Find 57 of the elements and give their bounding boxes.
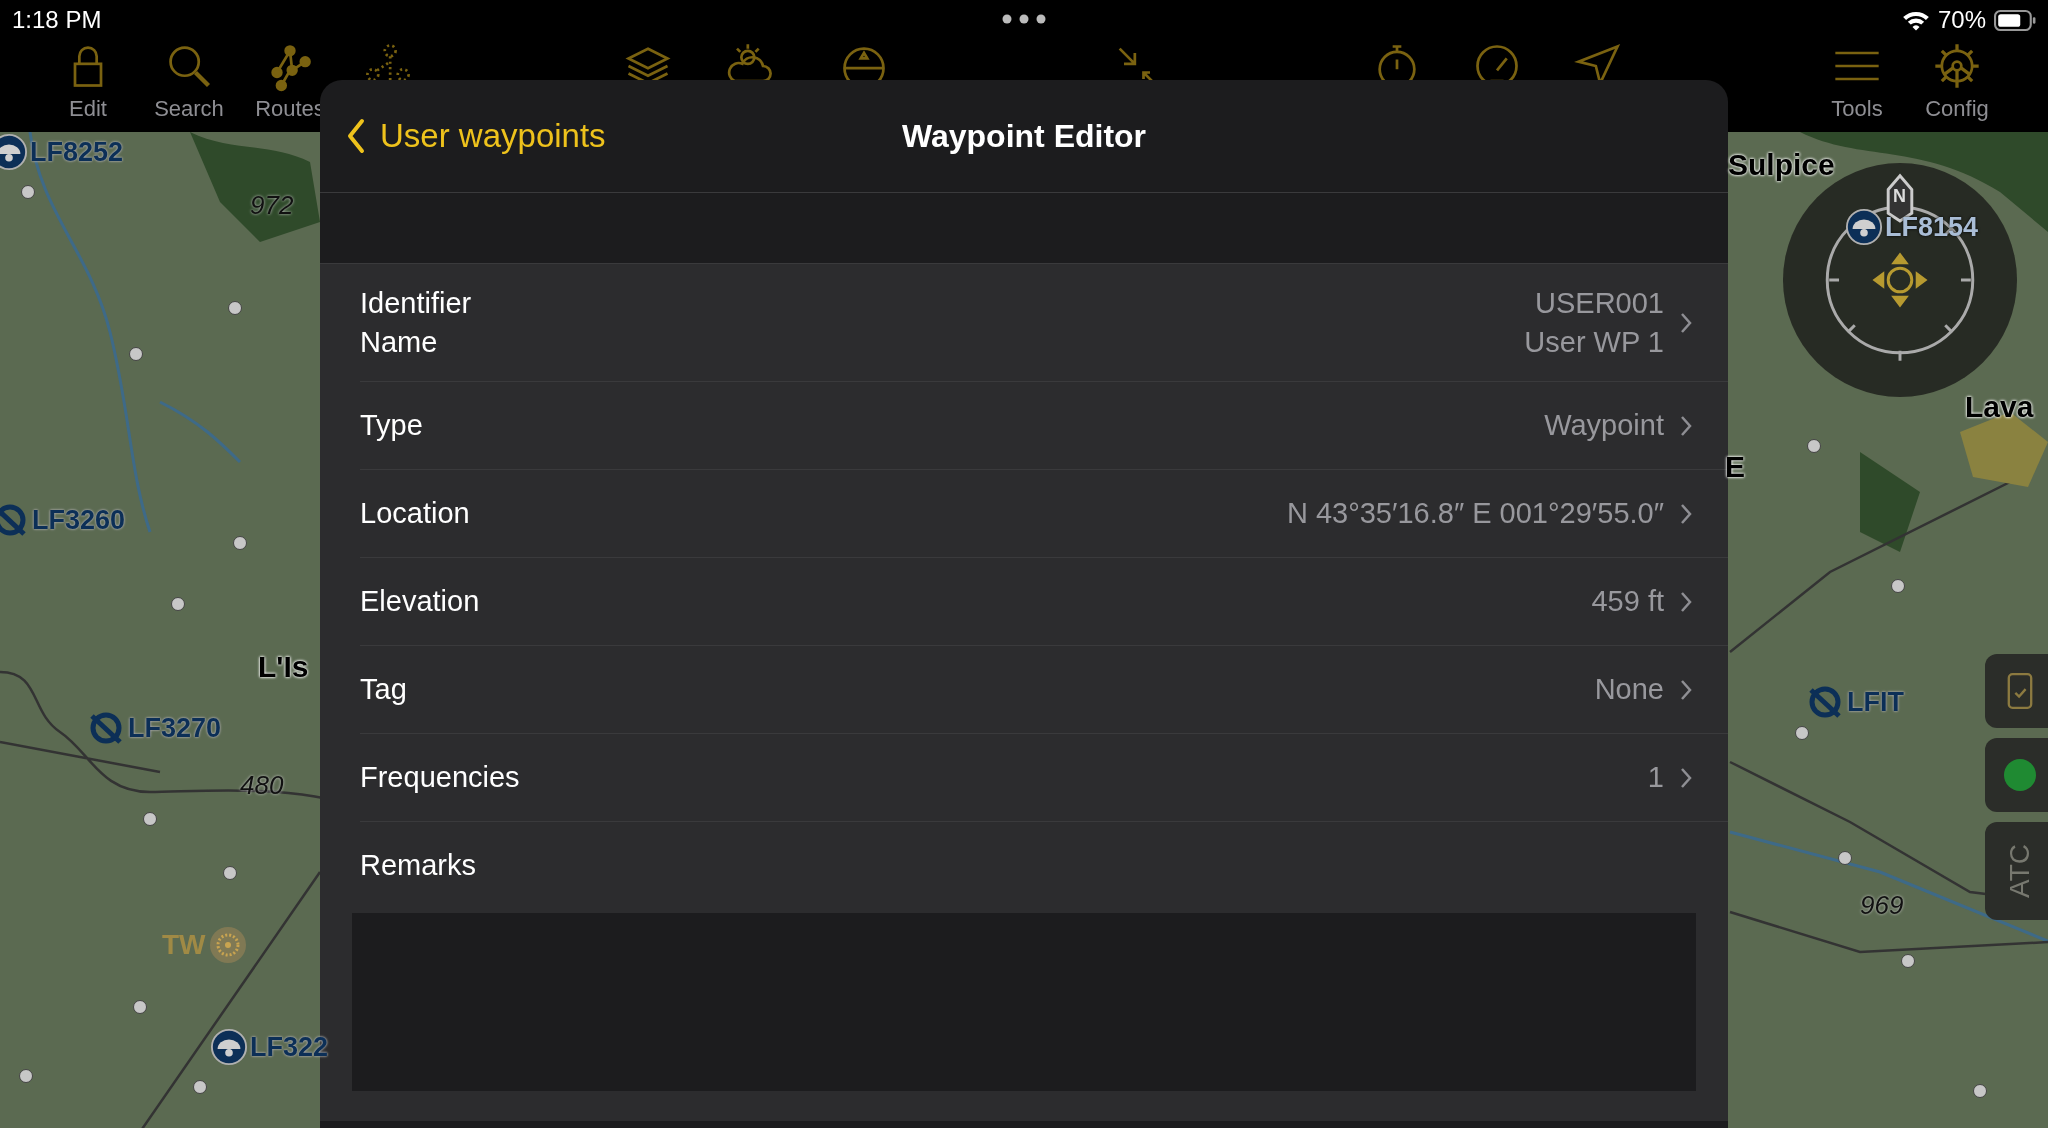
editor-row[interactable]: Location N 43°35′16.8″ E 001°29′55.0″ [360, 470, 1728, 558]
field-value: N 43°35′16.8″ E 001°29′55.0″ [1286, 497, 1664, 530]
town-label: Lava [1965, 390, 2034, 424]
toolbar-button[interactable]: Edit [48, 40, 128, 122]
editor-row[interactable]: Elevation 459 ft [360, 558, 1728, 646]
chevron-right-icon [1680, 414, 1692, 437]
field-label: Type [360, 409, 423, 442]
editor-row[interactable]: Frequencies 1 [360, 734, 1728, 822]
status-button[interactable] [1985, 738, 2048, 812]
airfield-icon[interactable] [0, 133, 28, 171]
field-value: None [1594, 673, 1664, 706]
north-label: N [1893, 186, 1906, 207]
elevation-label: 969 [1860, 890, 1904, 921]
field-value: 459 ft [1591, 585, 1664, 618]
field-label: Location [360, 497, 470, 530]
battery-icon [1994, 9, 2036, 31]
toolbar-button[interactable]: Search [149, 40, 229, 122]
status-time: 1:18 PM [12, 6, 102, 34]
editor-row[interactable]: Tag None [360, 646, 1728, 734]
phone-check-icon [2006, 671, 2034, 711]
chevron-right-icon [1680, 766, 1692, 789]
airport-label: LF3260 [32, 504, 126, 536]
chevron-right-icon [1680, 311, 1692, 334]
elevation-label: 480 [240, 770, 284, 801]
airfield-icon[interactable] [210, 1028, 248, 1066]
town-label: Sulpice [1728, 148, 1835, 182]
remarks-label: Remarks [360, 849, 476, 882]
field-label: Tag [360, 673, 407, 706]
field-label: Identifier [360, 286, 472, 320]
checklist-button[interactable] [1985, 654, 2048, 728]
back-button[interactable]: User waypoints [320, 117, 606, 155]
airport-label: LF3270 [128, 712, 222, 744]
chevron-right-icon [1680, 590, 1692, 613]
editor-row[interactable]: Type Waypoint [360, 382, 1728, 470]
airport-label: LFIT [1847, 686, 1904, 718]
reporting-point-icon [207, 925, 248, 965]
town-label: L'Is [258, 650, 309, 684]
wifi-icon [1901, 9, 1930, 31]
field-value: User WP 1 [1524, 325, 1664, 359]
field-value: 1 [1647, 761, 1664, 794]
battery-percent: 70% [1937, 6, 1986, 34]
field-label: Frequencies [360, 761, 520, 794]
chevron-left-icon [346, 118, 366, 154]
field-label: Elevation [360, 585, 480, 618]
editor-row[interactable]: Identifier Name USER001 User WP 1 [360, 264, 1728, 382]
chevron-right-icon [1680, 502, 1692, 525]
field-value: USER001 [1535, 286, 1664, 320]
more-icon[interactable] [1002, 14, 1046, 24]
reporting-point-label: TW [162, 929, 206, 961]
field-label: Name [360, 325, 439, 359]
toolbar-button[interactable]: Config [1917, 40, 1997, 122]
editor-title: Waypoint Editor [901, 117, 1147, 155]
airport-label: LF8252 [30, 136, 124, 168]
elevation-label: 972 [250, 190, 294, 221]
field-value: Waypoint [1544, 409, 1664, 442]
toolbar-button[interactable]: Tools [1817, 40, 1897, 122]
chevron-right-icon [1680, 678, 1692, 701]
